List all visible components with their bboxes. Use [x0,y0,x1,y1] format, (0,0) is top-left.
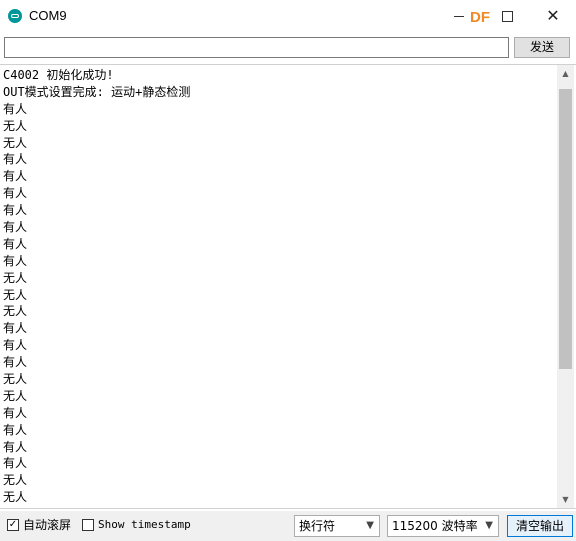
timestamp-label: Show timestamp [98,518,191,531]
output-line: 有人 [3,101,28,116]
output-line: 有人 [3,355,28,370]
output-line: 有人 [3,169,28,184]
output-line: 无人 [3,287,28,302]
send-input[interactable] [4,37,509,58]
autoscroll-label: 自动滚屏 [23,518,72,532]
scroll-up-icon[interactable]: ▲ [557,65,574,82]
scroll-thumb[interactable] [559,89,572,369]
output-line: 有人 [3,338,28,353]
output-line: 无人 [3,304,28,319]
send-button[interactable]: 发送 [514,37,570,58]
baud-rate-value: 115200 波特率 [392,519,478,533]
output-line: 无人 [3,473,28,488]
line-ending-select[interactable]: 换行符 ▼ [294,515,380,537]
close-icon: ✕ [546,6,560,25]
output-line: 有人 [3,236,28,251]
line-ending-value: 换行符 [299,519,336,533]
chevron-down-icon: ▼ [366,520,374,531]
output-line: 无人 [3,490,28,505]
output-line: 有人 [3,220,28,235]
output-line: 有人 [3,152,28,167]
output-line: 有人 [3,439,28,454]
maximize-button[interactable] [484,0,530,32]
vertical-scrollbar[interactable]: ▲ ▼ [557,65,574,508]
minimize-icon [454,15,464,17]
clear-output-button[interactable]: 清空输出 [507,515,573,537]
output-line: 有人 [3,186,28,201]
output-line: 有人 [3,405,28,420]
output-line: C4002 初始化成功! [3,68,114,82]
output-line: 无人 [3,270,28,285]
baud-rate-select[interactable]: 115200 波特率 ▼ [387,515,499,537]
autoscroll-checkbox[interactable]: ✓ [7,519,19,531]
bottom-toolbar: ✓ 自动滚屏 Show timestamp 换行符 ▼ 115200 波特率 ▼… [0,511,576,541]
output-line: 有人 [3,253,28,268]
output-line: 有人 [3,456,28,471]
output-line: OUT模式设置完成: 运动+静态检测 [3,84,191,99]
window-title: COM9 [29,8,67,23]
scroll-down-icon[interactable]: ▼ [557,491,574,508]
timestamp-checkbox[interactable] [82,519,94,531]
output-line: 无人 [3,388,28,403]
output-line: 有人 [3,203,28,218]
chevron-down-icon: ▼ [485,520,493,531]
output-line: 无人 [3,372,28,387]
output-line: 无人 [3,135,28,150]
maximize-icon [501,10,513,22]
output-log: C4002 初始化成功! OUT模式设置完成: 运动+静态检测 有人 无人 无人 有人 有人… [3,67,553,506]
close-button[interactable]: ✕ [530,0,576,32]
serial-output[interactable]: C4002 初始化成功! OUT模式设置完成: 运动+静态检测 有人 无人 无人 有人 有人… [0,64,576,509]
output-line: 有人 [3,422,28,437]
output-line: 无人 [3,118,28,133]
title-bar: COM9 DF ✕ [0,0,576,32]
output-line: 有人 [3,321,28,336]
arduino-logo-icon [8,9,22,23]
minimize-button[interactable] [436,0,482,32]
